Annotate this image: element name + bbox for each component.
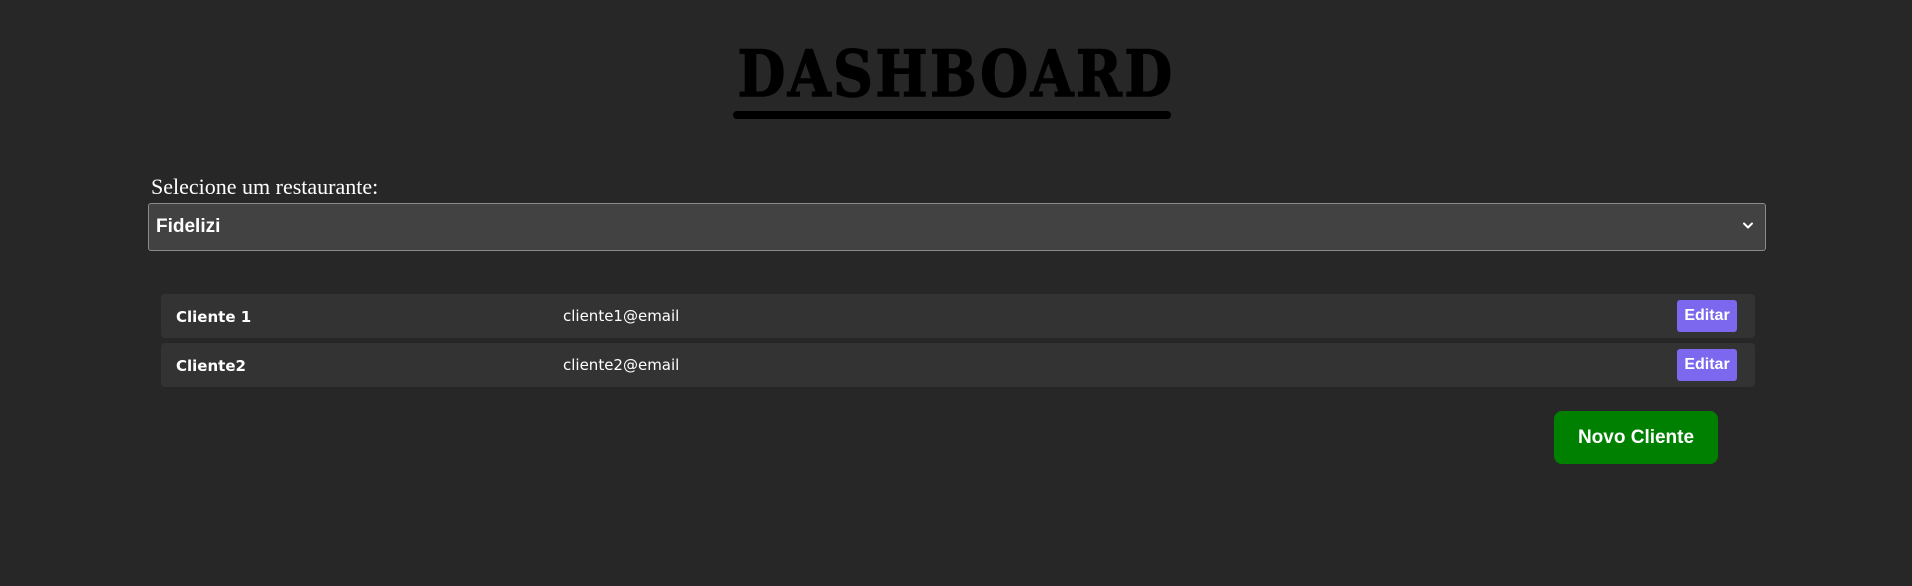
page-header: DASHBOARD	[0, 36, 1912, 114]
chevron-down-icon	[1743, 222, 1753, 229]
restaurant-select-label: Selecione um restaurante:	[151, 174, 379, 199]
restaurant-select-value: Fidelizi	[156, 216, 221, 237]
client-name: Cliente 1	[176, 308, 252, 326]
edit-button[interactable]: Editar	[1677, 300, 1737, 332]
client-email: cliente2@email	[563, 356, 680, 374]
restaurant-select[interactable]: Fidelizi	[148, 203, 1766, 251]
client-list: Cliente 1 cliente1@email Editar Cliente2…	[161, 294, 1755, 392]
page-title: DASHBOARD	[737, 36, 1175, 113]
client-row: Cliente 1 cliente1@email Editar	[161, 294, 1755, 338]
title-underline	[733, 111, 1171, 119]
client-name: Cliente2	[176, 357, 246, 375]
edit-button[interactable]: Editar	[1677, 349, 1737, 381]
new-client-button[interactable]: Novo Cliente	[1554, 411, 1718, 464]
client-email: cliente1@email	[563, 307, 680, 325]
client-row: Cliente2 cliente2@email Editar	[161, 343, 1755, 387]
